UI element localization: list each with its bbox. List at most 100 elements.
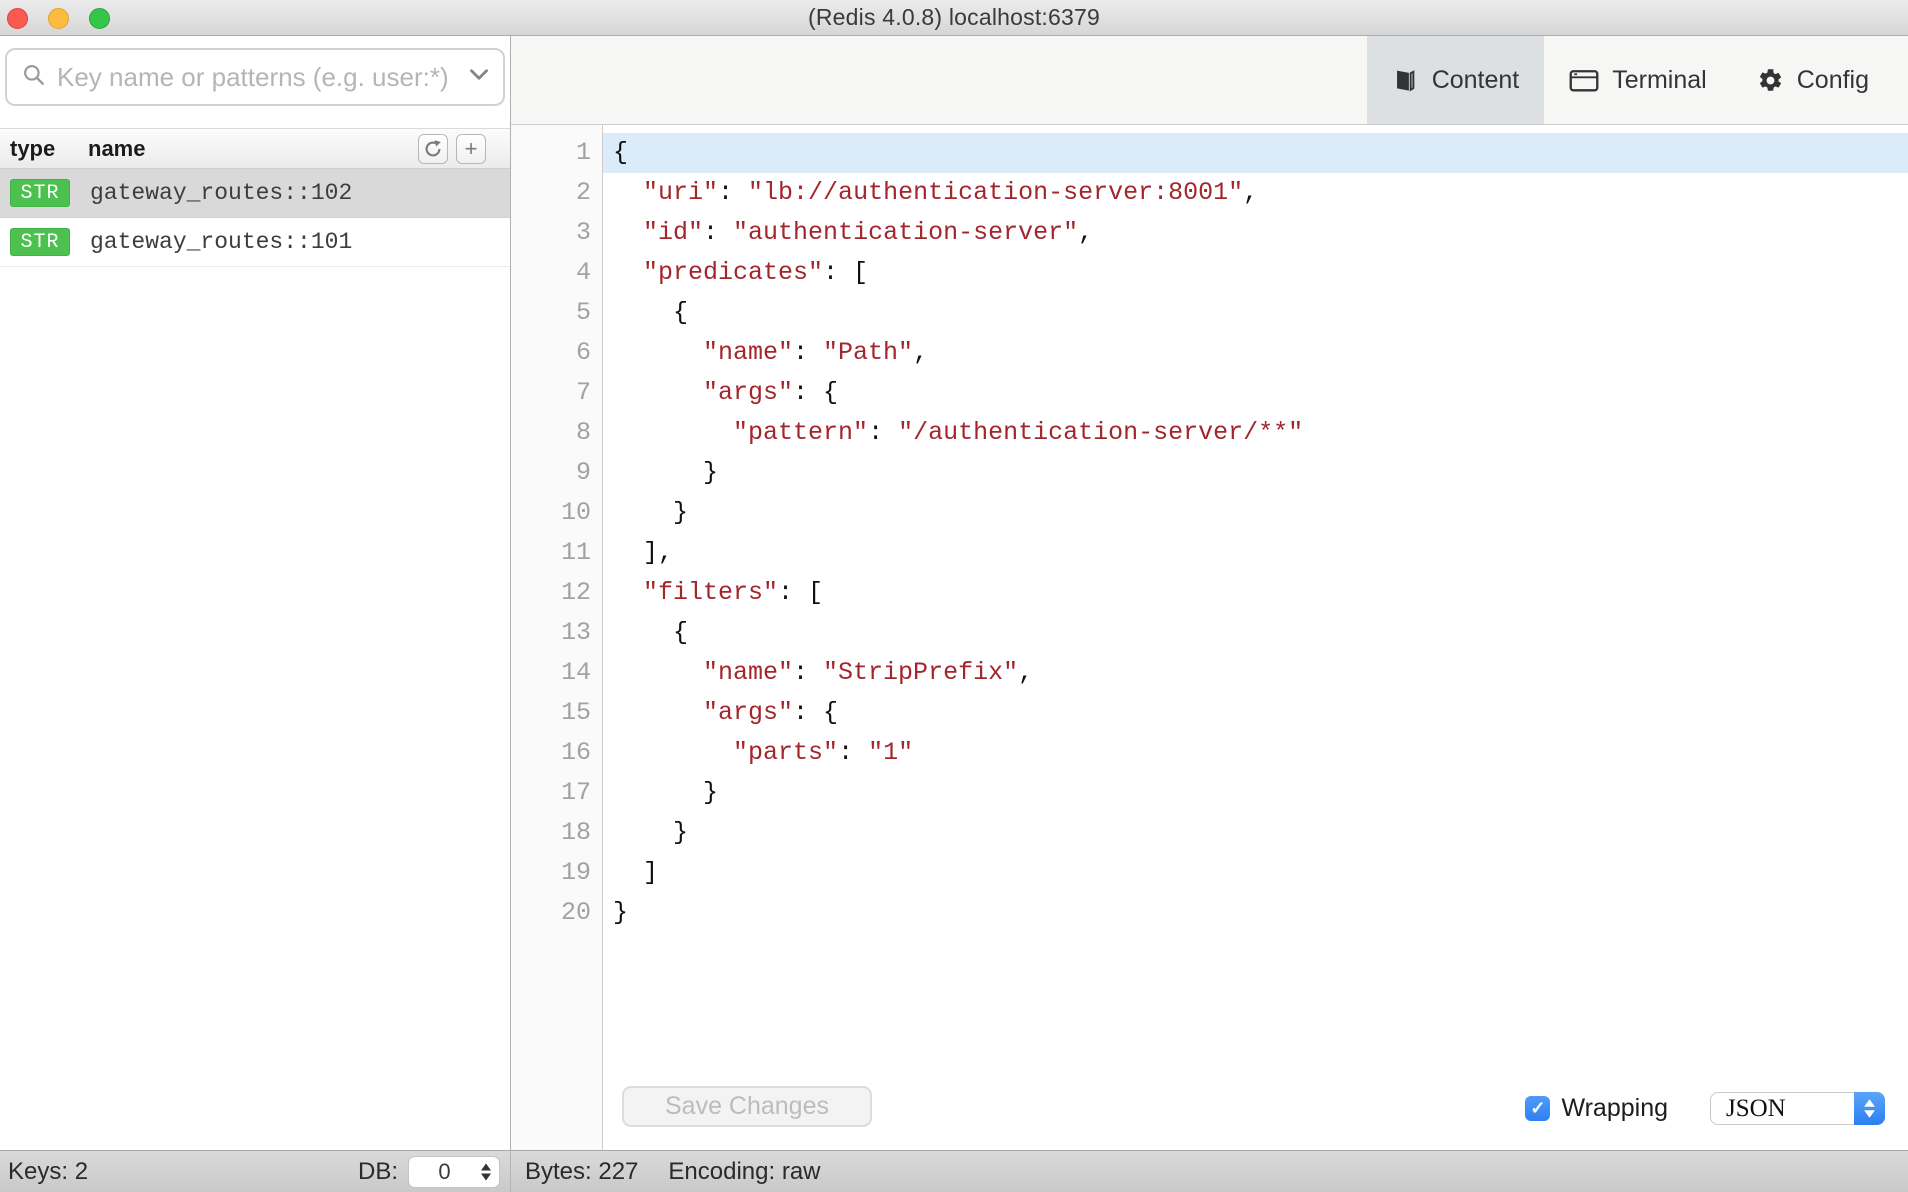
search-input[interactable]: Key name or patterns (e.g. user:*) [5,48,505,106]
tab-label: Terminal [1612,66,1706,95]
title-bar: (Redis 4.0.8) localhost:6379 [0,0,1908,36]
close-window-button[interactable] [7,8,28,29]
code-line[interactable]: "args": { [603,373,1908,413]
code-line[interactable]: "filters": [ [603,573,1908,613]
db-value: 0 [409,1159,480,1185]
line-number: 11 [511,533,602,573]
value-editor[interactable]: 1234567891011121314151617181920 { "uri":… [511,125,1908,1150]
key-list-item[interactable]: STR gateway_routes::102 [0,169,510,218]
check-icon: ✓ [1530,1098,1545,1119]
save-changes-button[interactable]: Save Changes [622,1086,872,1127]
code-line[interactable]: "name": "Path", [603,333,1908,373]
select-arrows-icon [1854,1092,1885,1125]
code-line[interactable]: } [603,813,1908,853]
minimize-window-button[interactable] [48,8,69,29]
code-line[interactable]: { [603,613,1908,653]
key-name: gateway_routes::101 [90,229,352,255]
bytes-info: Bytes: 227 [525,1158,638,1186]
key-sidebar: Key name or patterns (e.g. user:*) type … [0,36,511,1150]
status-right: Bytes: 227 Encoding: raw [511,1151,821,1192]
code-line[interactable]: "pattern": "/authentication-server/**" [603,413,1908,453]
key-type-badge: STR [10,228,70,256]
line-number: 19 [511,853,602,893]
code-line[interactable]: } [603,453,1908,493]
code-area[interactable]: { "uri": "lb://authentication-server:800… [603,125,1908,1150]
window-title: (Redis 4.0.8) localhost:6379 [808,4,1100,31]
tab-content[interactable]: Content [1367,36,1545,124]
line-number: 6 [511,333,602,373]
line-number: 12 [511,573,602,613]
code-line[interactable]: } [603,493,1908,533]
tab-terminal[interactable]: Terminal [1544,36,1731,124]
line-number: 3 [511,213,602,253]
code-line[interactable]: "parts": "1" [603,733,1908,773]
tab-label: Config [1797,66,1869,95]
code-line[interactable]: } [603,773,1908,813]
search-placeholder: Key name or patterns (e.g. user:*) [57,62,461,93]
tab-bar: Content Terminal Config [1367,36,1908,124]
key-list: STRgateway_routes::102STRgateway_routes:… [0,169,510,1150]
content-panel: ContentTerminalConfig 123456789101112131… [511,36,1908,1150]
line-number: 8 [511,413,602,453]
line-number: 16 [511,733,602,773]
code-line[interactable]: ] [603,853,1908,893]
db-label: DB: [358,1158,398,1186]
key-type-badge: STR [10,179,70,207]
app-window: (Redis 4.0.8) localhost:6379 Key name or… [0,0,1908,1192]
wrapping-label: Wrapping [1561,1094,1668,1123]
editor-controls: ✓ Wrapping JSON [1525,1092,1885,1125]
db-stepper[interactable]: 0 [408,1156,500,1188]
line-number: 13 [511,613,602,653]
status-bar: Keys: 2 DB: 0 Bytes: 227 Encoding: raw [0,1150,1908,1192]
name-column-header: name [88,136,145,162]
code-line[interactable]: "args": { [603,693,1908,733]
search-icon [21,62,47,93]
type-column-header: type [10,136,88,162]
key-list-item[interactable]: STR gateway_routes::101 [0,218,510,267]
line-number: 15 [511,693,602,733]
code-line[interactable]: "uri": "lb://authentication-server:8001"… [603,173,1908,213]
search-area: Key name or patterns (e.g. user:*) [0,36,510,128]
encoding-info: Encoding: raw [668,1158,820,1186]
line-number-gutter: 1234567891011121314151617181920 [511,125,603,1150]
tab-label: Content [1432,66,1520,95]
format-select[interactable]: JSON [1710,1092,1885,1125]
code-line[interactable]: "id": "authentication-server", [603,213,1908,253]
code-line[interactable]: } [603,893,1908,933]
stepper-arrows-icon [480,1163,492,1181]
traffic-lights [7,0,110,36]
code-line[interactable]: "predicates": [ [603,253,1908,293]
toolbar: Content Terminal Config [511,36,1908,125]
status-left: Keys: 2 DB: 0 [0,1151,511,1192]
line-number: 5 [511,293,602,333]
line-number: 9 [511,453,602,493]
book-icon [1392,67,1419,94]
wrapping-toggle-group: ✓ Wrapping [1525,1094,1668,1123]
line-number: 2 [511,173,602,213]
db-selector-group: DB: 0 [358,1156,500,1188]
code-line[interactable]: ], [603,533,1908,573]
keys-count: Keys: 2 [8,1158,88,1186]
chevron-down-icon[interactable] [469,68,489,86]
line-number: 4 [511,253,602,293]
code-line[interactable]: { [603,293,1908,333]
wrapping-checkbox[interactable]: ✓ [1525,1096,1550,1121]
line-number: 1 [511,133,602,173]
key-name: gateway_routes::102 [90,180,352,206]
line-number: 18 [511,813,602,853]
format-select-value: JSON [1711,1095,1786,1123]
zoom-window-button[interactable] [89,8,110,29]
line-number: 7 [511,373,602,413]
code-line[interactable]: "name": "StripPrefix", [603,653,1908,693]
key-list-header: type name + [0,128,510,169]
line-number: 20 [511,893,602,933]
line-number: 10 [511,493,602,533]
code-line[interactable]: { [603,133,1908,173]
tab-config[interactable]: Config [1732,36,1894,124]
terminal-icon [1569,67,1599,94]
gear-icon [1757,67,1784,94]
line-number: 14 [511,653,602,693]
refresh-keys-button[interactable] [418,134,448,164]
line-number: 17 [511,773,602,813]
add-key-button[interactable]: + [456,134,486,164]
